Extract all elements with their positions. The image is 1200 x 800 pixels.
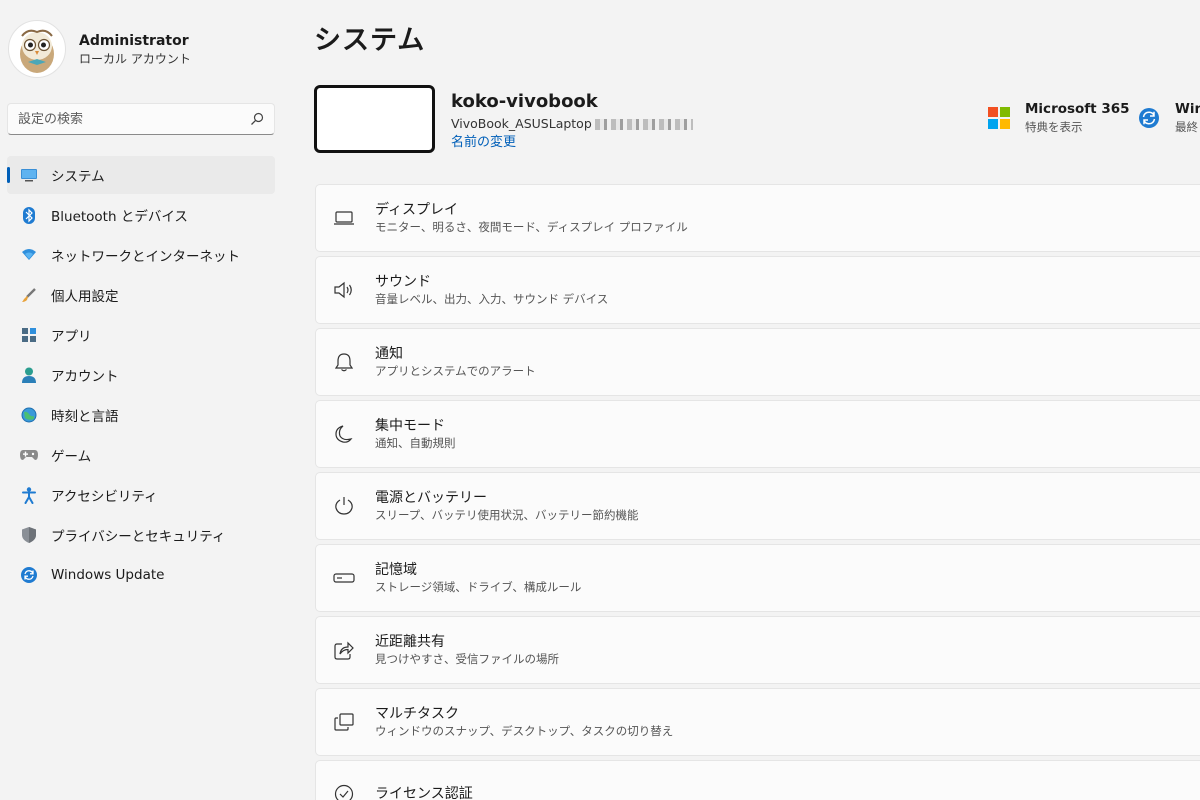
check-circle-icon <box>333 783 355 800</box>
device-image <box>314 85 435 153</box>
sidebar-item-label: プライバシーとセキュリティ <box>51 529 226 545</box>
device-name: koko-vivobook <box>451 91 598 112</box>
sidebar-item-label: システム <box>51 169 105 185</box>
sidebar-item-label: ネットワークとインターネット <box>51 249 240 265</box>
brush-icon <box>20 286 38 304</box>
sidebar-item-windows-update[interactable]: Windows Update <box>7 556 275 594</box>
sidebar-item-label: アプリ <box>51 329 92 345</box>
microsoft-logo-icon <box>988 107 1010 129</box>
setting-title: マルチタスク <box>375 706 459 722</box>
user-profile[interactable]: Administrator ローカル アカウント <box>8 20 191 78</box>
time-language-icon <box>20 406 38 424</box>
network-icon <box>20 246 38 264</box>
setting-title: 通知 <box>375 346 403 362</box>
sidebar-item-label: 時刻と言語 <box>51 409 119 425</box>
setting-focus-mode[interactable]: 集中モード 通知、自動規則 <box>315 400 1200 468</box>
sidebar-item-apps[interactable]: アプリ <box>7 316 275 354</box>
promo-title: Microsoft 365 <box>1025 101 1130 117</box>
sidebar-item-gaming[interactable]: ゲーム <box>7 436 275 474</box>
shield-icon <box>20 526 38 544</box>
sidebar-item-bluetooth[interactable]: Bluetooth とデバイス <box>7 196 275 234</box>
moon-icon <box>333 423 355 445</box>
setting-power-battery[interactable]: 電源とバッテリー スリープ、バッテリ使用状況、バッテリー節約機能 <box>315 472 1200 540</box>
setting-sound[interactable]: サウンド 音量レベル、出力、入力、サウンド デバイス <box>315 256 1200 324</box>
profile-name: Administrator <box>79 33 189 49</box>
setting-desc: モニター、明るさ、夜間モード、ディスプレイ プロファイル <box>375 220 688 234</box>
update-icon <box>1139 108 1159 128</box>
search-box[interactable] <box>7 103 275 135</box>
owl-avatar-icon <box>20 29 54 73</box>
rename-link[interactable]: 名前の変更 <box>451 133 693 153</box>
setting-desc: ウィンドウのスナップ、デスクトップ、タスクの切り替え <box>375 724 674 738</box>
setting-notifications[interactable]: 通知 アプリとシステムでのアラート <box>315 328 1200 396</box>
redacted-serial <box>594 118 693 130</box>
windows-update-promo[interactable]: Win 最終 <box>1138 100 1200 136</box>
promo-subtitle: 特典を表示 <box>1025 120 1083 134</box>
setting-multitasking[interactable]: マルチタスク ウィンドウのスナップ、デスクトップ、タスクの切り替え <box>315 688 1200 756</box>
storage-icon <box>333 567 355 589</box>
setting-title: 記憶域 <box>375 562 417 578</box>
promo-title: Win <box>1175 101 1200 117</box>
sidebar-item-label: 個人用設定 <box>51 289 119 305</box>
setting-nearby-sharing[interactable]: 近距離共有 見つけやすさ、受信ファイルの場所 <box>315 616 1200 684</box>
setting-title: サウンド <box>375 274 431 290</box>
avatar[interactable] <box>8 20 66 78</box>
sidebar-item-system[interactable]: システム <box>7 156 275 194</box>
settings-list: ディスプレイ モニター、明るさ、夜間モード、ディスプレイ プロファイル サウンド… <box>315 184 1200 800</box>
update-icon <box>20 566 38 584</box>
sidebar: Administrator ローカル アカウント システム Bluetooth … <box>0 0 290 800</box>
bluetooth-icon <box>20 206 38 224</box>
account-icon <box>20 366 38 384</box>
sidebar-item-personalization[interactable]: 個人用設定 <box>7 276 275 314</box>
display-icon <box>333 207 355 229</box>
multitask-icon <box>333 711 355 733</box>
setting-activation[interactable]: ライセンス認証 <box>315 760 1200 800</box>
sidebar-item-label: アカウント <box>51 369 119 385</box>
setting-desc: アプリとシステムでのアラート <box>375 364 536 378</box>
search-icon[interactable] <box>250 112 264 126</box>
system-icon <box>20 166 38 184</box>
setting-title: 集中モード <box>375 418 445 434</box>
setting-desc: 通知、自動規則 <box>375 436 456 450</box>
speaker-icon <box>333 279 355 301</box>
setting-desc: スリープ、バッテリ使用状況、バッテリー節約機能 <box>375 508 639 522</box>
sidebar-item-label: ゲーム <box>51 449 92 465</box>
accessibility-icon <box>20 486 38 504</box>
page-title: システム <box>314 25 426 56</box>
device-model: VivoBook_ASUSLaptop <box>451 116 592 131</box>
account-type: ローカル アカウント <box>79 52 191 66</box>
setting-desc: ストレージ領域、ドライブ、構成ルール <box>375 580 582 594</box>
gamepad-icon <box>20 446 38 464</box>
sidebar-item-privacy-security[interactable]: プライバシーとセキュリティ <box>7 516 275 554</box>
sidebar-item-label: Windows Update <box>51 567 165 583</box>
sidebar-item-label: アクセシビリティ <box>51 489 158 505</box>
setting-title: 近距離共有 <box>375 634 445 650</box>
search-input[interactable] <box>18 111 250 127</box>
device-info-card: koko-vivobook VivoBook_ASUSLaptop 名前の変更 <box>314 85 693 153</box>
setting-storage[interactable]: 記憶域 ストレージ領域、ドライブ、構成ルール <box>315 544 1200 612</box>
bell-icon <box>333 351 355 373</box>
sidebar-item-time-language[interactable]: 時刻と言語 <box>7 396 275 434</box>
setting-display[interactable]: ディスプレイ モニター、明るさ、夜間モード、ディスプレイ プロファイル <box>315 184 1200 252</box>
setting-title: ライセンス認証 <box>375 786 473 800</box>
sidebar-item-accounts[interactable]: アカウント <box>7 356 275 394</box>
setting-desc: 音量レベル、出力、入力、サウンド デバイス <box>375 292 609 306</box>
apps-icon <box>20 326 38 344</box>
sidebar-item-label: Bluetooth とデバイス <box>51 209 188 225</box>
sidebar-nav: システム Bluetooth とデバイス ネットワークとインターネット 個人用設… <box>7 156 275 596</box>
sidebar-item-accessibility[interactable]: アクセシビリティ <box>7 476 275 514</box>
microsoft365-promo[interactable]: Microsoft 365 特典を表示 <box>988 100 1130 136</box>
setting-title: ディスプレイ <box>375 202 459 218</box>
setting-title: 電源とバッテリー <box>375 490 487 506</box>
promo-subtitle: 最終 <box>1175 120 1198 134</box>
sidebar-item-network[interactable]: ネットワークとインターネット <box>7 236 275 274</box>
power-icon <box>333 495 355 517</box>
share-icon <box>333 639 355 661</box>
setting-desc: 見つけやすさ、受信ファイルの場所 <box>375 652 559 666</box>
device-model-row: VivoBook_ASUSLaptop <box>451 115 693 133</box>
